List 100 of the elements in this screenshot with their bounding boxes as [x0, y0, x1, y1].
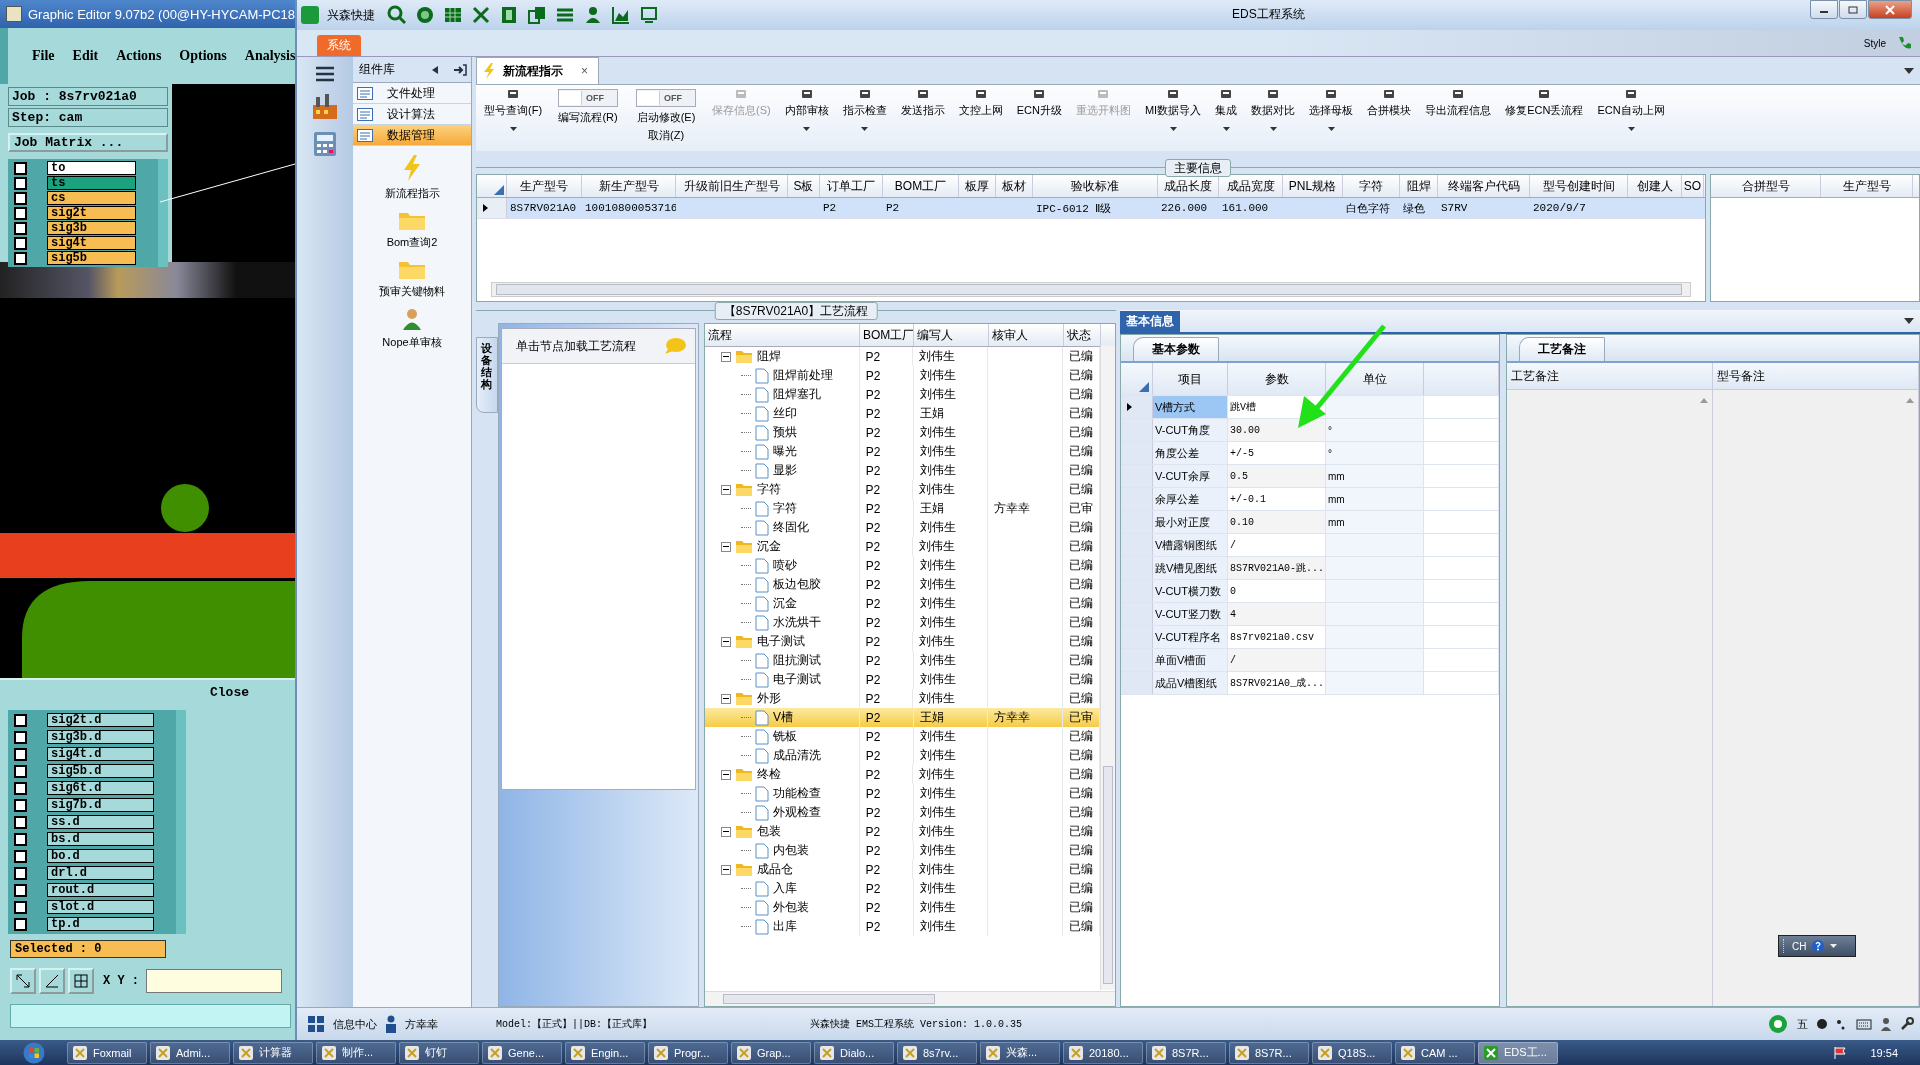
horizontal-scrollbar[interactable] [491, 282, 1691, 297]
taskbar-item[interactable]: 8S7R... [1229, 1041, 1309, 1064]
column-header[interactable]: S板 [788, 175, 820, 197]
taskbar-item[interactable]: 制作... [316, 1041, 396, 1064]
checkbox[interactable] [14, 917, 27, 931]
table-row[interactable]: 8S7RV021A0 10010800053716 P2 P2 IPC-6012 Ⅱ级 226.000 161.000 白色字符 绿色 S7RV 2020/9/7 [477, 198, 1705, 219]
tree-row[interactable]: 成品清洗 P2 刘伟生 已编 [705, 746, 1100, 765]
taskbar-item[interactable]: 20180... [1063, 1041, 1143, 1064]
column-header[interactable]: 板材 [996, 175, 1033, 197]
checkbox[interactable] [14, 849, 27, 863]
tree-row[interactable]: 水洗烘干 P2 刘伟生 已编 [705, 613, 1100, 632]
checkbox[interactable] [14, 900, 27, 914]
tree-row[interactable]: 阻抗测试 P2 刘伟生 已编 [705, 651, 1100, 670]
horizontal-scrollbar[interactable] [705, 991, 1115, 1006]
menu-item[interactable]: Edit [72, 48, 99, 64]
table-row[interactable]: 成品V槽图纸 8S7RV021A0_成... [1121, 672, 1499, 695]
resize-icon[interactable] [10, 968, 36, 994]
layer-item[interactable]: tp.d [47, 917, 154, 931]
taskbar-item[interactable]: 8S7R... [1146, 1041, 1226, 1064]
menu-item[interactable]: Options [179, 48, 227, 64]
column-header[interactable]: 工艺备注 [1507, 363, 1712, 390]
dropdown-icon[interactable] [1904, 318, 1914, 324]
layer-item[interactable]: sig4t.d [47, 747, 154, 761]
taskbar-item[interactable]: Progr... [648, 1041, 728, 1064]
tree-row[interactable]: V槽 P2 王娟 方幸幸 已审 [705, 708, 1100, 727]
column-header[interactable]: BOM工厂 [883, 175, 959, 197]
checkbox[interactable] [14, 713, 27, 727]
help-icon[interactable] [1811, 939, 1826, 953]
table-row[interactable]: 单面V槽面 / [1121, 649, 1499, 672]
tree-row[interactable]: 成品仓 P2 刘伟生 已编 [705, 860, 1100, 879]
close-button[interactable]: Close [204, 680, 255, 704]
toolbar-button[interactable]: 合拼模块 [1361, 85, 1418, 145]
measure-icon[interactable] [39, 968, 65, 994]
language-bar[interactable]: CH [1778, 935, 1856, 957]
copy-icon[interactable] [527, 5, 547, 25]
column-header[interactable]: 成品宽度 [1219, 175, 1283, 197]
column-header[interactable]: PNL规格 [1283, 175, 1343, 197]
tree-row[interactable]: 喷砂 P2 刘伟生 已编 [705, 556, 1100, 575]
column-header[interactable]: 流程 [705, 324, 860, 346]
table-row[interactable]: 最小对正度 0.10 mm [1121, 511, 1499, 534]
tree-row[interactable]: 沉金 P2 刘伟生 已编 [705, 537, 1100, 556]
collapse-icon[interactable] [721, 693, 731, 704]
column-header[interactable]: 单位 [1326, 363, 1424, 395]
collapse-icon[interactable] [721, 864, 731, 875]
taskbar-item[interactable]: CAM ... [1395, 1041, 1475, 1064]
moon-icon[interactable] [1816, 1018, 1828, 1030]
column-header[interactable]: 升级前旧生产型号 [676, 175, 788, 197]
taskbar-item[interactable]: Q18S... [1312, 1041, 1392, 1064]
checkbox[interactable] [14, 221, 27, 235]
checkbox[interactable] [14, 251, 27, 265]
table-row[interactable]: V槽露铜图纸 / [1121, 534, 1499, 557]
column-header[interactable]: 成品长度 [1158, 175, 1219, 197]
tree-row[interactable]: 入库 P2 刘伟生 已编 [705, 879, 1100, 898]
toolbar-button[interactable]: 指示检查 [836, 85, 893, 145]
layer-item[interactable]: sig3b.d [47, 730, 154, 744]
column-header[interactable]: SO [1682, 175, 1704, 197]
column-header[interactable]: 新生产型号 [582, 175, 676, 197]
style-menu[interactable]: Style [1863, 37, 1886, 49]
toolbar-button[interactable]: ECN升级 [1010, 85, 1068, 145]
film-icon[interactable] [499, 5, 519, 25]
toolbar-button[interactable]: 型号查询(F) [478, 85, 549, 145]
layer-item[interactable]: sig5b.d [47, 764, 154, 778]
keyboard-icon[interactable] [1856, 1018, 1872, 1030]
layer-item[interactable]: to [47, 161, 136, 175]
tree-row[interactable]: 阻焊 P2 刘伟生 已编 [705, 347, 1100, 366]
toolbar-button[interactable]: 内部审核 [778, 85, 835, 145]
layer-item[interactable]: drl.d [47, 866, 154, 880]
windows-icon[interactable] [307, 1015, 325, 1033]
layer-item[interactable]: sig2t [47, 206, 136, 220]
column-header[interactable]: 合拼型号 [1711, 175, 1821, 197]
toolbar-button[interactable]: 选择母板 [1303, 85, 1360, 145]
tree-row[interactable]: 字符 P2 刘伟生 已编 [705, 480, 1100, 499]
tree-row[interactable]: 显影 P2 刘伟生 已编 [705, 461, 1100, 480]
taskbar-item[interactable]: Grap... [731, 1041, 811, 1064]
tree-row[interactable]: 字符 P2 王娟 方幸幸 已审 [705, 499, 1100, 518]
layer-item[interactable]: bo.d [47, 849, 154, 863]
collapse-icon[interactable] [721, 769, 731, 780]
tree-row[interactable]: 电子测试 P2 刘伟生 已编 [705, 670, 1100, 689]
column-header[interactable]: 项目 [1153, 363, 1228, 395]
menu-item[interactable]: Analysis [244, 48, 296, 64]
checkbox[interactable] [14, 191, 27, 205]
search-icon[interactable] [387, 5, 407, 25]
job-matrix-button[interactable]: Job Matrix ... [8, 133, 168, 152]
tool-item[interactable]: Nope单审核 [353, 307, 471, 350]
panel-tab[interactable]: 基本信息 [1120, 311, 1180, 332]
toolbar-button[interactable]: 导出流程信息 [1419, 85, 1498, 145]
user-icon[interactable] [1880, 1017, 1892, 1031]
dropdown-icon[interactable] [1904, 67, 1914, 74]
tree-row[interactable]: 铣板 P2 刘伟生 已编 [705, 727, 1100, 746]
column-header[interactable]: 订单工厂 [820, 175, 883, 197]
vertical-scrollbar[interactable] [1100, 346, 1115, 990]
caret-icon[interactable] [1830, 942, 1838, 950]
toolbar-button[interactable]: 修复ECN丢流程 [1499, 85, 1590, 145]
globe-icon[interactable] [415, 5, 435, 25]
toolbar-button[interactable]: 文控上网 [952, 85, 1009, 145]
column-header[interactable]: 字符 [1343, 175, 1400, 197]
collapse-icon[interactable] [721, 484, 731, 495]
taskbar-item[interactable]: EDS工... [1478, 1041, 1558, 1064]
tree-row[interactable]: 功能检查 P2 刘伟生 已编 [705, 784, 1100, 803]
column-header[interactable]: 参数 [1228, 363, 1326, 395]
